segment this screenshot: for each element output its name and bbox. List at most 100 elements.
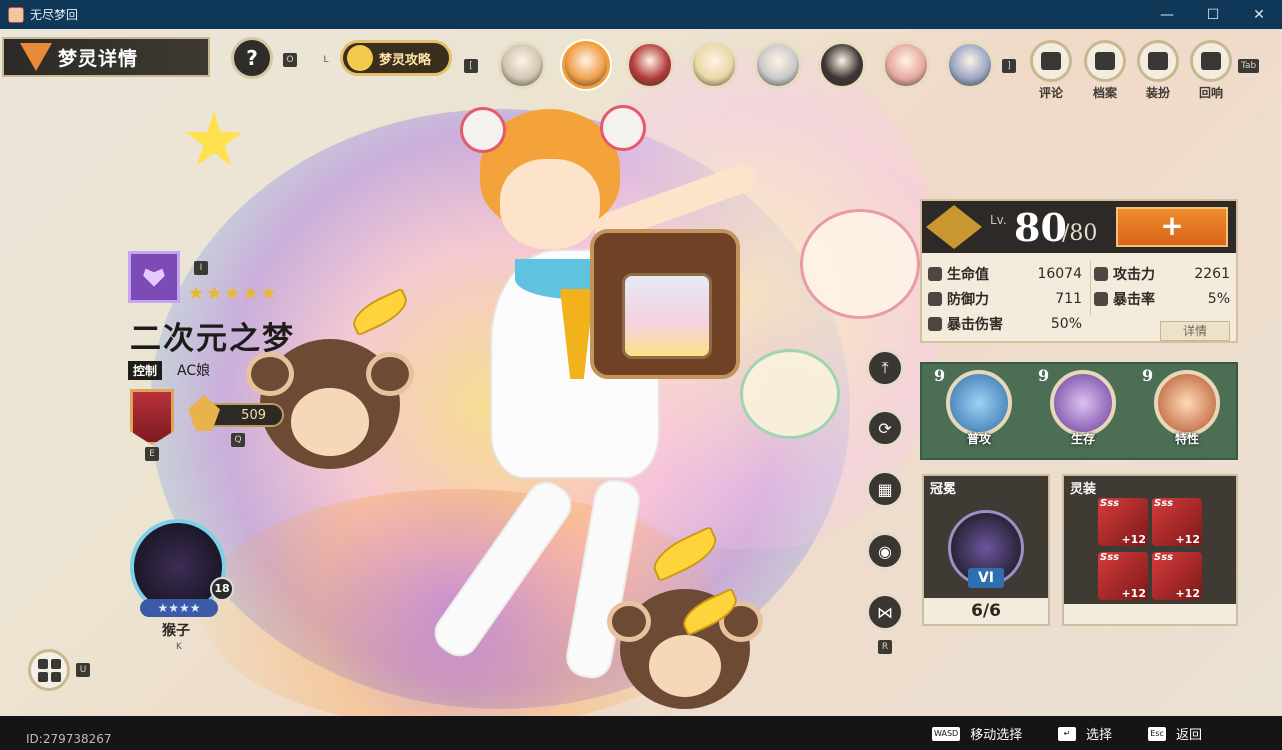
gear-grade: Sss [1154,498,1174,509]
hint-confirm: ↵ 选择 [1058,724,1112,743]
pet-key-hint: K [176,642,182,652]
class-emblem-icon [926,205,982,249]
stat-crit-damage: 暴击伤害 50% [928,313,1086,335]
question-icon: ? [246,46,258,70]
character-avatar-1[interactable] [498,41,546,89]
view-button[interactable]: ◉ [866,532,904,570]
film-icon: ▦ [877,479,893,499]
stat-name: 暴击伤害 [947,317,1003,333]
stat-value: 16074 [1037,266,1082,282]
animation-button[interactable]: ▦ [866,470,904,508]
skill-label: 生存 [1070,432,1095,446]
hint-label: 返回 [1176,728,1203,743]
archive-button[interactable] [1084,40,1126,82]
wasd-key-icon: WASD [932,726,961,741]
level-up-button[interactable]: + [1116,207,1228,247]
help-button[interactable]: ? [231,37,273,79]
share-button[interactable]: ⋈ [866,593,904,631]
character-avatar-7[interactable] [882,41,930,89]
gear-enhance: +12 [1175,587,1200,600]
skill-level: 9 [934,366,946,385]
gear-grade: Sss [1100,498,1120,509]
window-title: 无尽梦回 [30,8,79,22]
thought-bubble [800,209,920,319]
echo-label: 回响 [1198,86,1223,100]
element-badge[interactable] [128,251,180,303]
game-viewport: 梦灵详情 ? O L 梦灵攻略 [ ] 评论 档案 装扮 回响 Tab I ★★… [0,29,1282,716]
hint-label: 选择 [1086,728,1113,743]
stat-value: 5% [1207,291,1230,307]
skill-normal-attack[interactable]: 9 普攻 [932,366,1020,458]
swap-icon: ⟳ [878,418,892,438]
character-avatar-8[interactable] [946,41,994,89]
archive-icon [1095,52,1115,70]
grid-icon-cell [37,671,48,682]
gear-slot-2[interactable]: Sss +12 [1152,498,1202,546]
comment-icon [1041,52,1061,70]
tab-key-hint: Tab [1238,59,1260,73]
skill-survival[interactable]: 9 生存 [1036,366,1124,458]
pet-stars: ★★★★ [140,599,218,617]
guide-label: 梦灵攻略 [379,52,432,68]
crown-panel[interactable]: 冠冕 VI 6/6 [922,474,1050,626]
stat-hp: 生命值 16074 [928,263,1086,285]
gear-slot-4[interactable]: Sss +12 [1152,552,1202,600]
outfit-button[interactable] [1137,40,1179,82]
character-name: 二次元之梦 [130,321,295,357]
comment-button[interactable] [1030,40,1072,82]
character-avatar-4[interactable] [690,41,738,89]
element-key-hint: I [194,261,208,275]
to-top-button[interactable]: ⤒ [866,349,904,387]
character-avatar-6[interactable] [818,41,866,89]
header-logo-icon [4,39,58,75]
close-button[interactable]: ✕ [1236,0,1282,29]
minimize-button[interactable]: — [1144,0,1190,29]
stats-detail-button[interactable]: 详情 [1160,321,1230,341]
echo-icon [1201,52,1221,70]
skill-label: 特性 [1174,432,1199,446]
skill-icon [1154,370,1220,436]
star-decoration [185,111,243,166]
stat-attack: 攻击力 2261 [1094,263,1234,285]
crown-count: 6/6 [924,598,1048,624]
hint-back[interactable]: Esc 返回 [1148,724,1202,743]
share-key-hint: R [878,640,892,654]
guide-icon [347,45,373,71]
gear-grade: Sss [1154,552,1174,563]
gear-slot-1[interactable]: Sss +12 [1098,498,1148,546]
level-value: 80 [1014,205,1067,250]
help-key-hint: O [283,53,297,67]
pet-name: 猴子 [162,623,190,639]
stat-name: 防御力 [947,292,989,308]
outfit-icon [1148,52,1168,70]
crown-title: 冠冕 [930,482,957,497]
pet-level: 18 [210,577,234,601]
comment-label: 评论 [1038,86,1063,100]
character-avatar-5[interactable] [754,41,802,89]
gear-footer [1064,604,1236,624]
hair-bun-left [460,107,506,153]
window-titlebar: 无尽梦回 — ☐ ✕ [0,0,1282,29]
character-avatar-2-selected[interactable] [562,41,610,89]
gear-panel: 灵装 Sss +12 Sss +12 Sss +12 Sss +12 [1062,474,1238,626]
backpack-jar [622,273,712,359]
page-header: 梦灵详情 [2,37,210,77]
swap-pose-button[interactable]: ⟳ [866,409,904,447]
player-id: ID:279738267 [26,732,112,746]
echo-button[interactable] [1190,40,1232,82]
inventory-button[interactable] [28,649,70,691]
skill-trait[interactable]: 9 特性 [1140,366,1228,458]
stat-value: 711 [1055,291,1082,307]
backpack [590,229,740,379]
gear-slot-3[interactable]: Sss +12 [1098,552,1148,600]
maximize-button[interactable]: ☐ [1190,0,1236,29]
share-icon: ⋈ [877,602,893,622]
crit-icon [1094,292,1108,306]
character-face [500,159,600,249]
crown-tier: VI [968,568,1004,588]
character-guide-button[interactable]: 梦灵攻略 [340,40,452,76]
monkey-ear [366,352,414,397]
character-leg-left [426,473,580,665]
stats-divider [1090,261,1091,316]
character-avatar-3[interactable] [626,41,674,89]
